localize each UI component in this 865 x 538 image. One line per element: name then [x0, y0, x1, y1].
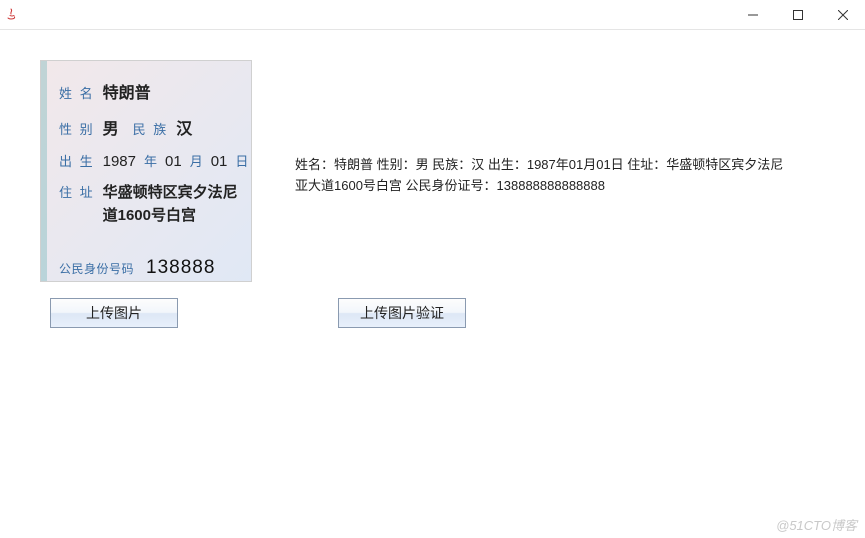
ocr-result-text: 姓名：特朗普 性别：男 民族：汉 出生：1987年01月01日 住址：华盛顿特区…	[295, 155, 795, 197]
sex-label: 性 别	[59, 119, 95, 138]
birth-year: 1987	[103, 153, 136, 170]
birth-year-suffix: 年	[144, 151, 157, 170]
birth-day: 01	[211, 153, 228, 170]
right-column: 姓名：特朗普 性别：男 民族：汉 出生：1987年01月01日 住址：华盛顿特区…	[295, 60, 795, 197]
addr-label: 住 址	[59, 182, 95, 201]
watermark: @51CTO博客	[776, 515, 857, 534]
title-bar	[0, 0, 865, 30]
name-label: 姓 名	[59, 83, 95, 102]
content-area: 姓 名 特朗普 性 别 男 民 族 汉 出 生 1987 年 01 月 01 日…	[0, 30, 865, 282]
java-app-icon	[4, 7, 20, 23]
name-value: 特朗普	[103, 79, 151, 103]
idnum-label: 公民身份号码	[59, 260, 134, 277]
upload-verify-button[interactable]: 上传图片验证	[338, 298, 466, 328]
addr-value: 华盛顿特区宾夕法尼 道1600号白宫	[103, 182, 238, 227]
maximize-button[interactable]	[775, 1, 820, 29]
birth-month: 01	[165, 153, 182, 170]
left-column: 姓 名 特朗普 性 别 男 民 族 汉 出 生 1987 年 01 月 01 日…	[40, 60, 255, 282]
sex-value: 男	[103, 115, 125, 139]
ethnic-value: 汉	[176, 115, 192, 139]
close-button[interactable]	[820, 1, 865, 29]
window-controls	[730, 1, 865, 29]
upload-image-button[interactable]: 上传图片	[50, 298, 178, 328]
buttons-row: 上传图片 上传图片验证	[0, 298, 865, 328]
ethnic-label: 民 族	[133, 119, 169, 138]
id-card-image: 姓 名 特朗普 性 别 男 民 族 汉 出 生 1987 年 01 月 01 日…	[40, 60, 252, 282]
minimize-button[interactable]	[730, 1, 775, 29]
idnum-value: 138888	[146, 257, 215, 279]
birth-day-suffix: 日	[235, 151, 248, 170]
birth-month-suffix: 月	[190, 151, 203, 170]
birth-label: 出 生	[59, 151, 95, 170]
